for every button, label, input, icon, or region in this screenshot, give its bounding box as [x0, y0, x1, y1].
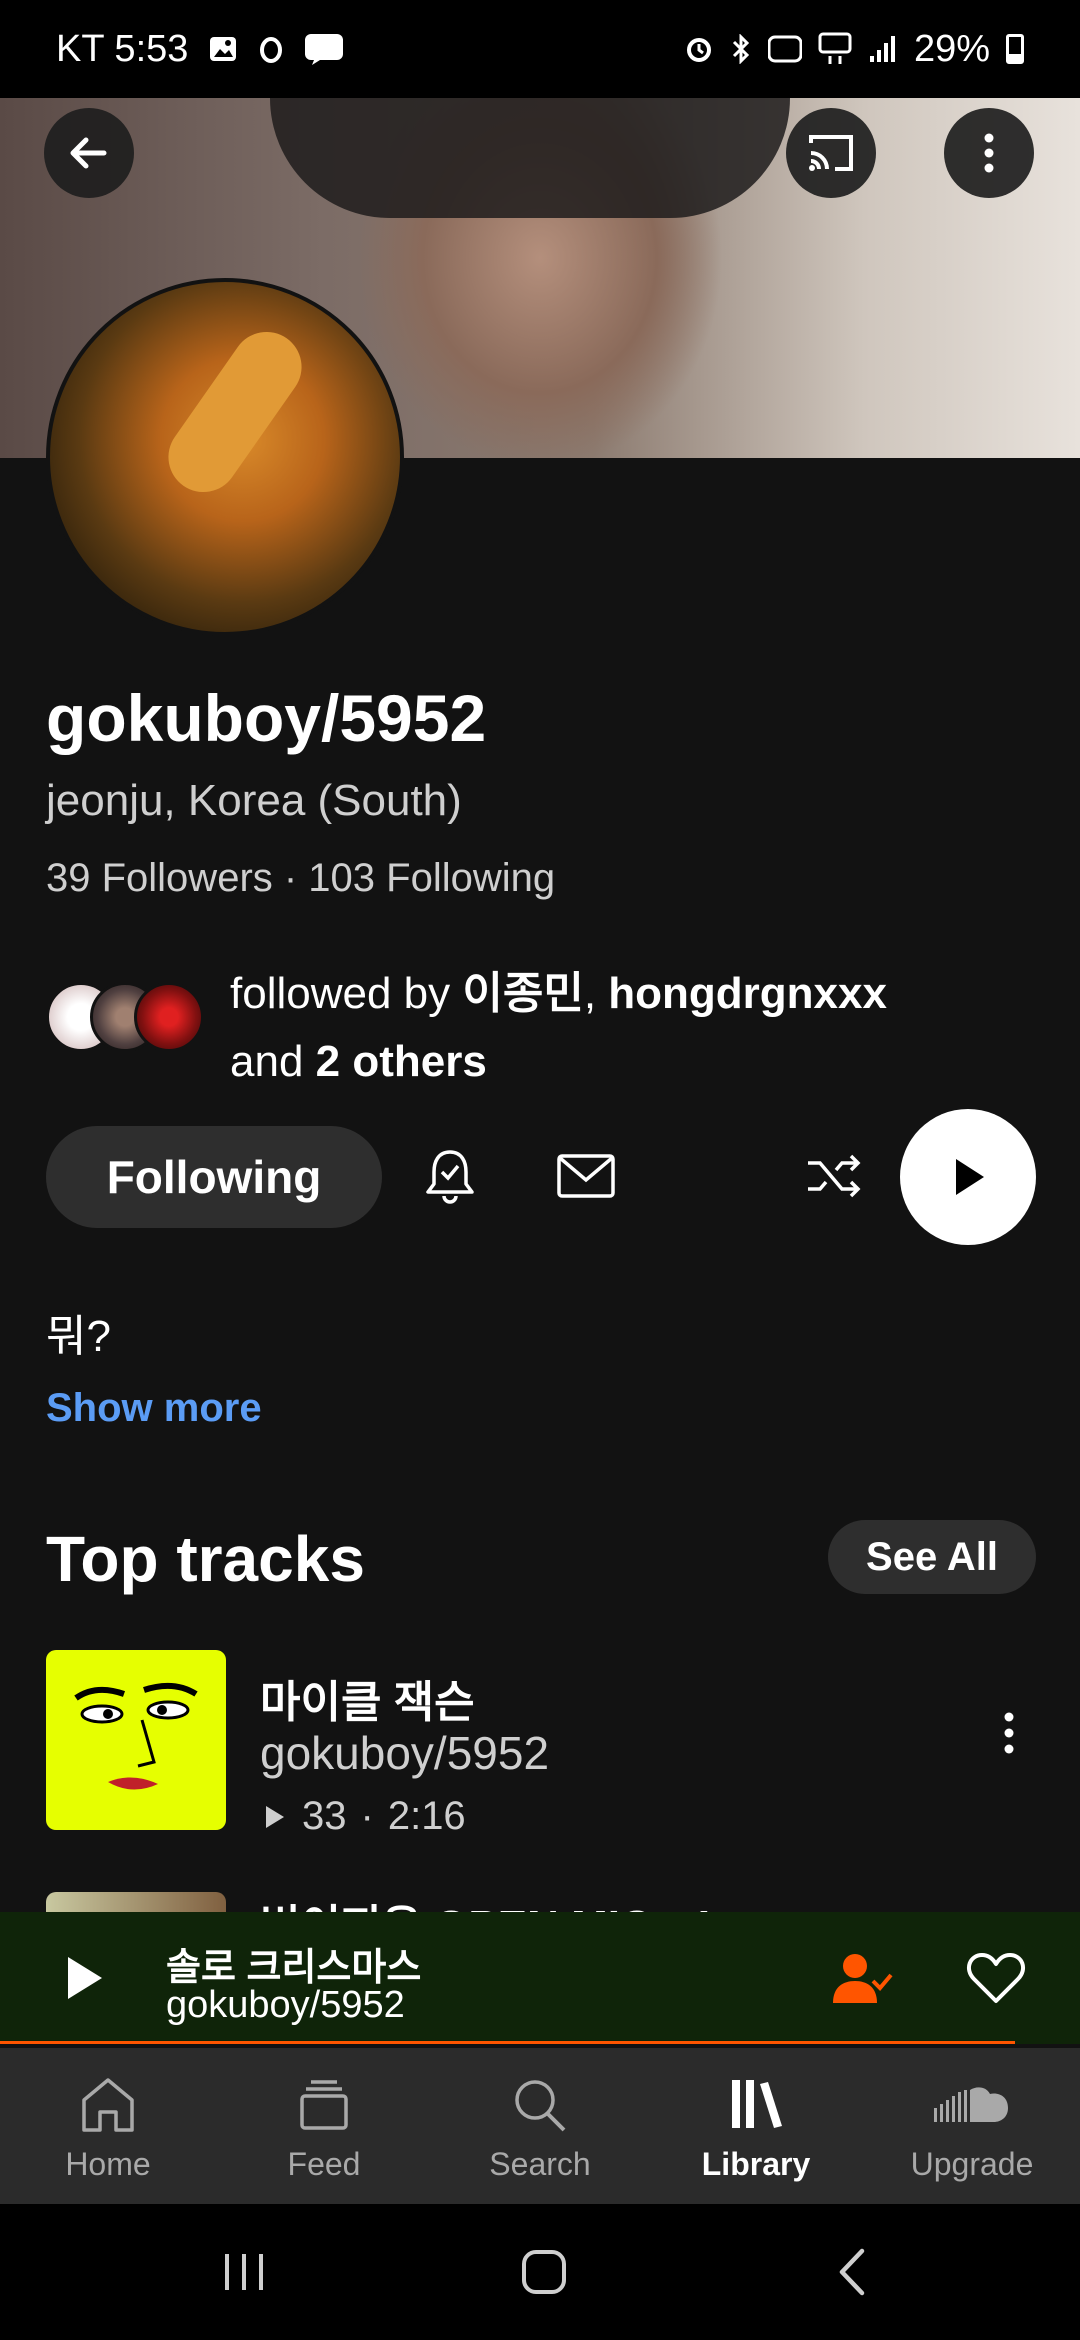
- nav-library-label: Library: [701, 2146, 811, 2182]
- hd-icon: [767, 35, 802, 63]
- library-icon: [732, 2080, 782, 2128]
- soundcloud-icon: [934, 2087, 1008, 2122]
- recents-icon: [225, 2254, 263, 2290]
- track-duration: 2:16: [387, 1794, 466, 1838]
- message-button[interactable]: [554, 1148, 618, 1204]
- shuffle-icon: [808, 1154, 861, 1198]
- play-icon: [68, 1957, 102, 1999]
- feed-icon: [300, 2080, 348, 2130]
- play-all-button[interactable]: [900, 1109, 1036, 1245]
- chevron-left-icon: [839, 2248, 865, 2296]
- follower-stats[interactable]: 39 Followers · 103 Following: [46, 856, 555, 901]
- user-check-icon: [833, 1954, 893, 2003]
- cast-button[interactable]: [786, 108, 876, 198]
- home-square-icon: [522, 2250, 566, 2294]
- mini-play-button[interactable]: [56, 1950, 112, 2006]
- gallery-icon: [208, 34, 238, 64]
- system-back-button[interactable]: [824, 2244, 880, 2300]
- following-button[interactable]: Following: [46, 1126, 382, 1228]
- arrow-left-icon: [70, 137, 107, 169]
- track-row[interactable]: 마이클 잭슨 gokuboy/5952 33 · 2:16: [46, 1650, 1036, 1838]
- 5g-icon: [818, 32, 852, 66]
- mini-player-title: 솔로 크리스마스: [166, 1947, 422, 1989]
- nav-library[interactable]: Library: [648, 2048, 864, 2204]
- battery-percent: 29%: [913, 27, 990, 70]
- battery-icon: [1006, 34, 1024, 64]
- more-vertical-icon: [984, 133, 994, 173]
- nav-feed-label: Feed: [287, 2146, 361, 2182]
- back-button[interactable]: [44, 108, 134, 198]
- nav-feed[interactable]: Feed: [216, 2048, 432, 2204]
- avatar: [134, 982, 204, 1052]
- search-icon: [515, 2080, 566, 2132]
- followed-by-text: followed by 이종민, hongdrgnxxx and 2 other…: [230, 969, 887, 1086]
- track-title-peek: 번이피은 OPEN MIC - 1 ...: [260, 1890, 764, 1912]
- mini-player-progress: [0, 2041, 1016, 2044]
- nav-home[interactable]: Home: [0, 2048, 216, 2204]
- more-options-button[interactable]: [944, 108, 1034, 198]
- notification-icon: [258, 34, 284, 64]
- mini-player[interactable]: 솔로 크리스마스 gokuboy/5952: [0, 1912, 1080, 2044]
- nav-upgrade[interactable]: Upgrade: [864, 2048, 1080, 2204]
- top-tracks-title: Top tracks: [46, 1523, 365, 1595]
- mutual-avatars: [46, 982, 206, 1052]
- notifications-button[interactable]: [418, 1144, 482, 1208]
- track-artwork: [46, 1650, 226, 1830]
- show-more-link[interactable]: Show more: [46, 1386, 262, 1431]
- bluetooth-icon: [730, 34, 752, 64]
- like-button[interactable]: [964, 1950, 1028, 2006]
- profile-bio: 뭐?: [46, 1312, 111, 1361]
- see-all-button[interactable]: See All: [828, 1520, 1036, 1594]
- bell-check-icon: [426, 1150, 474, 1204]
- signal-icon: [868, 34, 898, 64]
- follow-artist-button[interactable]: [830, 1950, 894, 2006]
- profile-location: jeonju, Korea (South): [46, 776, 462, 825]
- track-more-button[interactable]: [1002, 1710, 1016, 1761]
- track-artist: gokuboy/5952: [260, 1727, 550, 1779]
- mini-player-artist: gokuboy/5952: [166, 1984, 405, 2026]
- shuffle-button[interactable]: [800, 1148, 868, 1204]
- alarm-icon: [684, 34, 714, 64]
- mail-icon: [557, 1154, 615, 1198]
- track-artwork-peek: [46, 1892, 226, 1912]
- followed-by[interactable]: followed by 이종민, hongdrgnxxx and 2 other…: [46, 960, 887, 1096]
- track-meta: 33 · 2:16: [260, 1794, 466, 1839]
- home-button[interactable]: [516, 2244, 572, 2300]
- nav-home-label: Home: [65, 2146, 151, 2182]
- profile-username: gokuboy/5952: [46, 681, 487, 755]
- heart-icon: [966, 1953, 1026, 2003]
- play-count: 33: [302, 1794, 347, 1838]
- nav-upgrade-label: Upgrade: [910, 2146, 1034, 2182]
- system-nav-bar: [0, 2204, 1080, 2340]
- nav-search-label: Search: [489, 2146, 591, 2182]
- meta-separator: ·: [360, 1794, 374, 1838]
- home-icon: [82, 2078, 134, 2132]
- track-title: 마이클 잭슨: [260, 1678, 475, 1727]
- status-time: KT 5:53: [56, 27, 189, 70]
- status-bar: KT 5:53 29%: [0, 0, 1080, 98]
- recents-button[interactable]: [216, 2244, 272, 2300]
- cast-icon: [809, 135, 853, 171]
- webtoon-icon: [304, 33, 344, 65]
- nav-search[interactable]: Search: [432, 2048, 648, 2204]
- bottom-nav: Home Feed Search Library Upgrade: [0, 2048, 1080, 2204]
- profile-avatar: [46, 278, 404, 636]
- play-icon: [956, 1159, 984, 1195]
- play-count-icon: [266, 1805, 284, 1828]
- more-vertical-icon: [1004, 1712, 1014, 1754]
